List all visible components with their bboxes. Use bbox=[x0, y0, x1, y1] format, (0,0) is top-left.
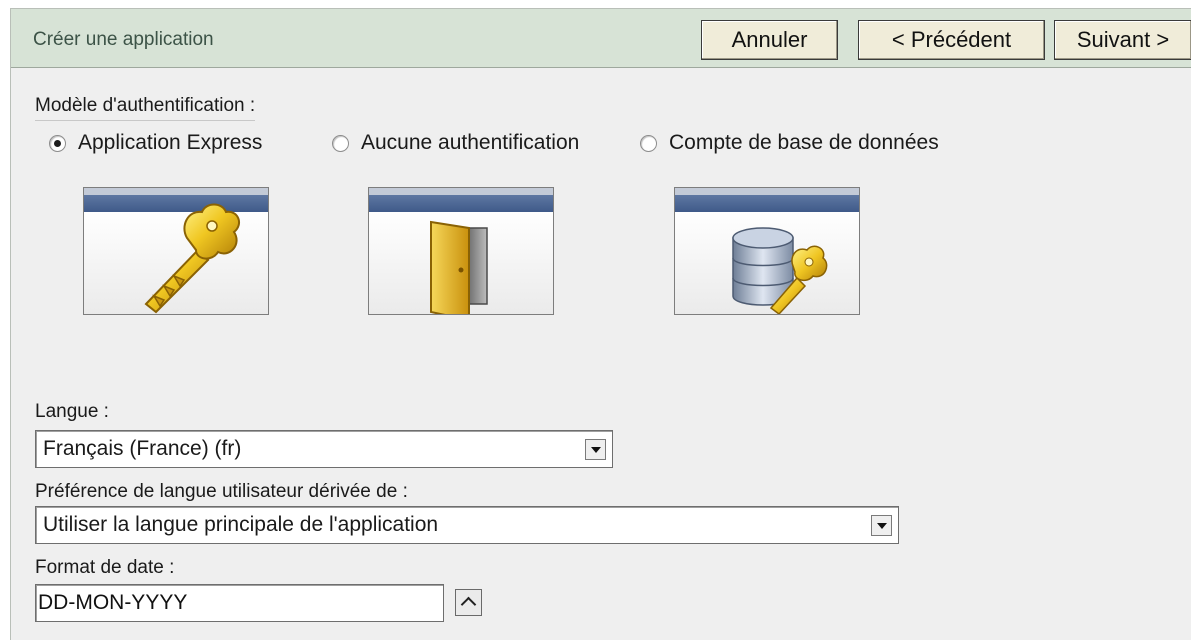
chevron-down-icon[interactable] bbox=[585, 439, 606, 460]
language-label: Langue : bbox=[35, 401, 109, 422]
page-title: Créer une application bbox=[33, 29, 214, 50]
wizard-header: Créer une application Annuler < Précéden… bbox=[11, 9, 1191, 68]
open-door-icon bbox=[430, 220, 488, 314]
chevron-down-icon[interactable] bbox=[871, 515, 892, 536]
application-express-image[interactable] bbox=[83, 187, 269, 315]
radio-label: Aucune authentification bbox=[361, 131, 580, 154]
radio-button[interactable] bbox=[332, 134, 349, 152]
previous-button[interactable]: < Précédent bbox=[858, 20, 1045, 60]
cancel-button[interactable]: Annuler bbox=[701, 20, 838, 60]
chevron-up-icon[interactable] bbox=[455, 589, 482, 616]
date-format-label: Format de date : bbox=[35, 557, 175, 578]
radio-label: Application Express bbox=[78, 131, 263, 154]
next-button[interactable]: Suivant > bbox=[1054, 20, 1191, 60]
radio-button-checked[interactable] bbox=[49, 134, 66, 152]
database-account-image[interactable] bbox=[674, 187, 860, 315]
language-select[interactable]: Français (France) (fr) bbox=[35, 430, 613, 468]
authentication-scheme-label: Modèle d'authentification : bbox=[35, 95, 256, 121]
date-format-input[interactable] bbox=[35, 584, 444, 622]
radio-application-express[interactable]: Application Express bbox=[49, 130, 262, 156]
wizard-panel: Créer une application Annuler < Précéden… bbox=[10, 8, 1191, 640]
radio-no-authentication[interactable]: Aucune authentification bbox=[332, 130, 579, 156]
database-key-icon bbox=[732, 227, 828, 314]
user-language-preference-select[interactable]: Utiliser la langue principale de l'appli… bbox=[35, 506, 899, 544]
radio-database-account[interactable]: Compte de base de données bbox=[640, 130, 939, 156]
user-language-preference-value: Utiliser la langue principale de l'appli… bbox=[43, 513, 439, 536]
radio-button[interactable] bbox=[640, 134, 657, 152]
radio-label: Compte de base de données bbox=[669, 131, 939, 154]
key-icon bbox=[144, 203, 241, 314]
no-authentication-image[interactable] bbox=[368, 187, 554, 315]
language-select-value: Français (France) (fr) bbox=[43, 437, 242, 460]
user-language-preference-label: Préférence de langue utilisateur dérivée… bbox=[35, 481, 408, 502]
